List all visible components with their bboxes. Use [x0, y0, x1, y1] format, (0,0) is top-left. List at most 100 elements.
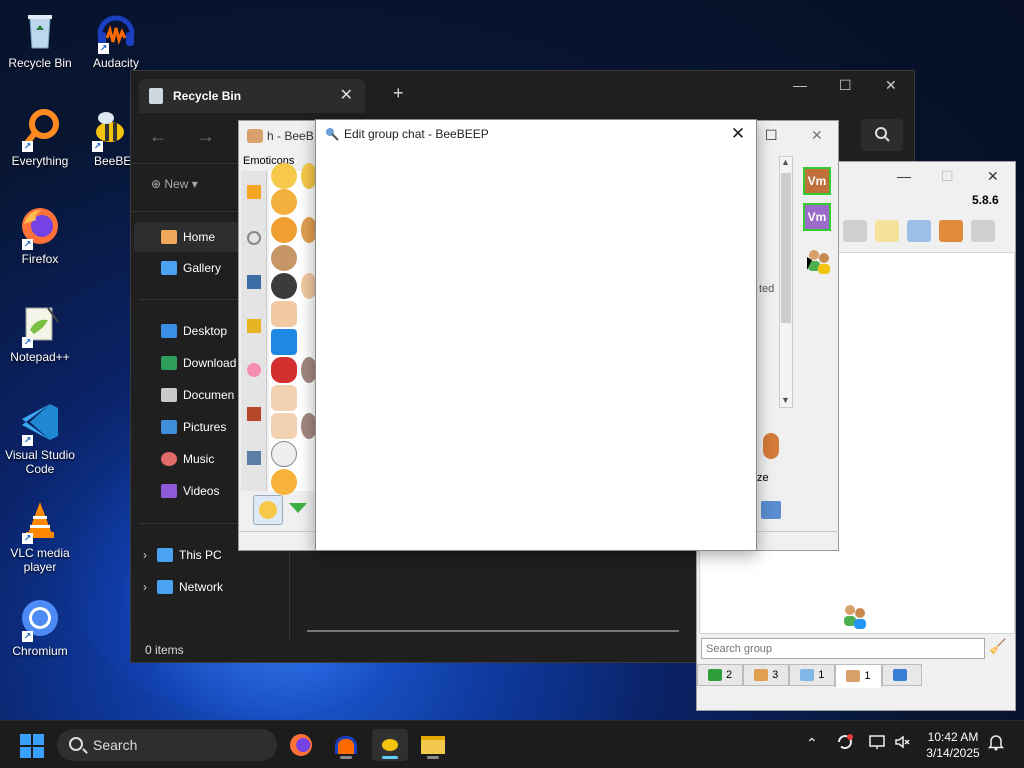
close-window-icon[interactable]: ✕ — [811, 127, 823, 144]
taskbar-file-explorer[interactable] — [415, 729, 451, 761]
emoji-shirt-icon[interactable] — [271, 329, 297, 355]
emoji-cat-icon[interactable] — [271, 189, 297, 215]
notification-bell-icon[interactable] — [987, 733, 1005, 754]
taskbar-clock[interactable]: 10:42 AM 3/14/2025 — [918, 729, 988, 761]
desktop-icon-vscode[interactable]: ↗ Visual Studio Code — [0, 400, 80, 476]
tab-recycle-bin[interactable]: Recycle Bin ✕ — [139, 79, 365, 113]
settings-tools-icon[interactable] — [907, 220, 931, 242]
desktop-icon-chromium[interactable]: ↗ Chromium — [0, 596, 80, 658]
new-button[interactable]: ⊕ New ▾ — [151, 177, 198, 191]
vm-user-badge[interactable]: Vm — [803, 203, 831, 231]
emoji-face-icon[interactable] — [271, 469, 297, 495]
home-icon — [161, 230, 177, 244]
toolbar-icon[interactable] — [843, 220, 867, 242]
taskbar-search[interactable]: Search — [57, 729, 277, 761]
trash-icon[interactable] — [971, 220, 995, 242]
edit-pencil-icon[interactable] — [875, 220, 899, 242]
star-icon[interactable] — [247, 185, 261, 199]
nav-item-network[interactable]: › Network — [143, 576, 223, 598]
vm-user-badge[interactable]: Vm — [803, 167, 831, 195]
save-disk-icon[interactable] — [761, 501, 781, 519]
clock-icon[interactable] — [247, 231, 261, 245]
nav-item-music[interactable]: Music — [161, 448, 214, 470]
close-tab-icon[interactable]: ✕ — [340, 85, 353, 105]
search-group-input[interactable] — [701, 638, 985, 659]
symbols-icon[interactable] — [247, 451, 261, 465]
tab-chats[interactable]: 1 — [789, 664, 836, 686]
nav-item-downloads[interactable]: Download — [161, 352, 236, 374]
chat-scrollbar[interactable]: ▼ ▲ — [779, 156, 793, 408]
desktop-icon-firefox[interactable]: ↗ Firefox — [0, 204, 80, 266]
emoji-peace-hand-icon[interactable] — [271, 301, 297, 327]
maximize-icon[interactable]: ☐ — [765, 127, 778, 144]
network-display-icon[interactable] — [868, 733, 886, 754]
nav-item-pictures[interactable]: Pictures — [161, 416, 226, 438]
maximize-icon[interactable]: ☐ — [941, 168, 954, 185]
search-button[interactable] — [861, 119, 903, 151]
nav-item-documents[interactable]: Documen — [161, 384, 234, 406]
firefox-icon — [290, 734, 312, 756]
update-sync-icon[interactable] — [836, 733, 854, 754]
nav-item-this-pc[interactable]: › This PC — [143, 544, 222, 566]
new-label: New — [164, 177, 189, 191]
close-window-icon[interactable]: ✕ — [885, 77, 897, 94]
desktop-icon-vlc[interactable]: ↗ VLC media player — [0, 498, 80, 574]
scroll-up-icon[interactable]: ▲ — [781, 157, 790, 167]
forward-arrow-icon[interactable]: → — [197, 126, 215, 147]
emoji-woman-icon[interactable] — [271, 273, 297, 299]
bell-icon[interactable] — [247, 319, 261, 333]
chevron-up-icon[interactable]: ⌃ — [806, 735, 818, 752]
desktop-icon-beebeep[interactable]: ↗ BeeBEEP — [76, 106, 132, 168]
taskbar-firefox[interactable] — [283, 729, 319, 761]
flower-icon[interactable] — [247, 363, 261, 377]
shortcut-arrow-icon: ↗ — [22, 239, 33, 250]
bee-icon: ↗ — [88, 106, 132, 152]
dialog-titlebar[interactable]: Edit group chat - BeeBEEP ✕ — [316, 120, 756, 148]
nav-item-home[interactable]: Home — [161, 226, 215, 248]
emoji-lips-icon[interactable] — [271, 357, 297, 383]
nav-item-gallery[interactable]: Gallery — [161, 257, 221, 279]
emoji-monkey-icon[interactable] — [271, 245, 297, 271]
emoticons-button[interactable] — [253, 495, 283, 525]
maximize-icon[interactable]: ☐ — [839, 77, 852, 94]
emoji-point-hand-icon[interactable] — [271, 385, 297, 411]
broom-clear-icon[interactable]: 🧹 — [989, 638, 1009, 658]
arrow-down-icon[interactable] — [289, 503, 307, 513]
download-icon — [161, 356, 177, 370]
nav-item-desktop[interactable]: Desktop — [161, 320, 227, 342]
objects-icon[interactable] — [247, 407, 261, 421]
clock-time: 10:42 AM — [927, 730, 979, 744]
taskbar-audacity[interactable] — [328, 729, 364, 761]
scroll-down-icon[interactable]: ▼ — [781, 395, 790, 405]
edit-group-chat-dialog[interactable]: Edit group chat - BeeBEEP ✕ — [315, 119, 757, 551]
scrollbar-thumb[interactable] — [781, 173, 791, 323]
tab-files[interactable] — [881, 664, 922, 686]
emoji-thumb-icon[interactable] — [271, 413, 297, 439]
close-dialog-button[interactable]: ✕ — [726, 122, 750, 146]
tab-group-chats[interactable]: 1 — [835, 664, 882, 688]
tab-users[interactable]: 2 — [697, 664, 744, 686]
microphone-icon[interactable] — [763, 433, 779, 459]
new-tab-plus-icon[interactable]: + — [393, 83, 404, 104]
emoji-smile-icon[interactable] — [271, 163, 297, 189]
desktop-icon-recycle-bin[interactable]: Recycle Bin — [0, 8, 80, 70]
taskbar-beebeep[interactable] — [372, 729, 408, 761]
back-arrow-icon[interactable]: ← — [149, 126, 167, 147]
shortcut-arrow-icon: ↗ — [22, 631, 33, 642]
people-icon[interactable] — [247, 275, 261, 289]
start-button[interactable] — [20, 734, 44, 758]
desktop-icon-everything[interactable]: ↗ Everything — [0, 106, 80, 168]
tab-groups[interactable]: 3 — [743, 664, 790, 686]
minimize-icon[interactable]: — — [793, 77, 807, 93]
users-icon[interactable] — [939, 220, 963, 242]
close-window-icon[interactable]: ✕ — [987, 168, 999, 185]
nav-item-videos[interactable]: Videos — [161, 480, 219, 502]
emoji-cat-face-icon[interactable] — [271, 217, 297, 243]
emoticon-grid[interactable] — [269, 163, 319, 495]
desktop-icon-notepad-plus-plus[interactable]: ↗ Notepad++ — [0, 302, 80, 364]
desktop-icon-audacity[interactable]: ↗ Audacity — [76, 8, 156, 70]
volume-muted-icon[interactable] — [894, 733, 912, 754]
emoji-glasses-icon[interactable] — [271, 441, 297, 467]
users-tab-icon — [708, 669, 722, 681]
minimize-icon[interactable]: — — [897, 168, 911, 184]
